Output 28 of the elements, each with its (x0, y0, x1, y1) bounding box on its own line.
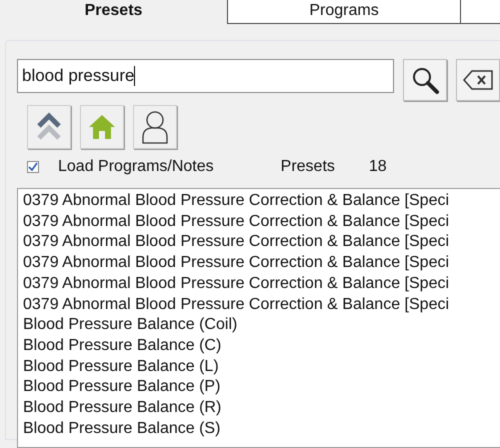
list-item[interactable]: 0379 Abnormal Blood Pressure Correction & Balance [Speci (23, 212, 500, 232)
person-icon (141, 110, 169, 144)
list-item[interactable]: Blood Pressure Balance (Coil) (23, 315, 500, 336)
list-item[interactable]: 0379 Abnormal Blood Pressure Correction & Balance [Speci (23, 191, 500, 212)
backspace-icon (463, 69, 493, 91)
list-item[interactable]: Blood Pressure Balance (R) (23, 398, 500, 419)
count-label: Presets (280, 158, 335, 176)
search-button[interactable] (403, 59, 447, 101)
clear-button[interactable] (456, 59, 500, 101)
list-item[interactable]: Blood Pressure Balance (L) (23, 356, 500, 378)
search-icon (410, 65, 440, 95)
search-field[interactable]: blood pressure (17, 59, 394, 93)
list-item[interactable]: 0379 Abnormal Blood Pressure Correction & Balance [Speci (23, 253, 500, 274)
list-item[interactable]: 0379 Abnormal Blood Pressure Correction & Balance [Speci (23, 274, 500, 295)
collapse-button[interactable] (27, 105, 71, 149)
tab[interactable] (460, 0, 500, 24)
count-value: 18 (368, 158, 387, 176)
checkbox[interactable] (27, 161, 39, 173)
list-item[interactable]: Blood Pressure Balance (P) (23, 377, 500, 398)
list-item[interactable]: 0379 Abnormal Blood Pressure Correction & Balance [Speci (23, 232, 500, 254)
list-item[interactable]: 0379 Abnormal Blood Pressure Correction & Balance [Speci (23, 294, 500, 316)
checkbox-label: Load Programs/Notes (58, 158, 214, 176)
list-item[interactable]: Blood Pressure Balance (C) (23, 336, 500, 357)
double-chevron-up-icon (36, 112, 62, 142)
list-item[interactable]: Blood Pressure Balance (S) (23, 418, 500, 440)
tab[interactable]: Programs (227, 0, 460, 24)
user-button[interactable] (133, 105, 177, 149)
home-icon (88, 114, 116, 140)
